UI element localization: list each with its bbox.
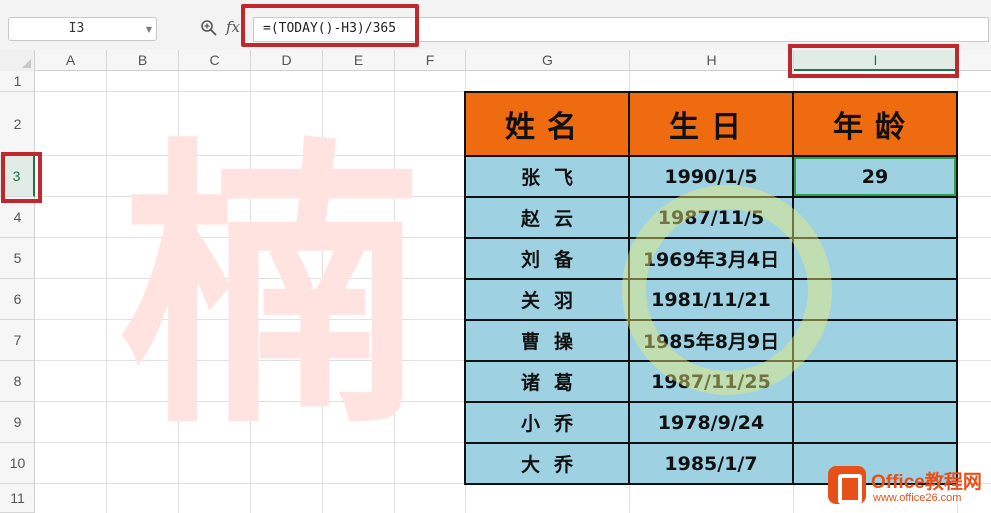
column-i-highlight-box (788, 44, 959, 78)
row-header-11[interactable]: 11 (0, 484, 35, 513)
table-header-row: 姓名 生日 年龄 (464, 91, 958, 157)
cell-name[interactable]: 小乔 (464, 401, 630, 444)
header-age[interactable]: 年龄 (792, 91, 958, 157)
cell-birthday[interactable]: 1985/1/7 (628, 442, 794, 485)
name-box[interactable]: I3 ▼ (8, 17, 157, 41)
header-name[interactable]: 姓名 (464, 91, 630, 157)
watermark-circle (622, 185, 832, 395)
row-header-4[interactable]: 4 (0, 197, 35, 238)
logo-url: www.office26.com (873, 492, 962, 504)
row-header-8[interactable]: 8 (0, 361, 35, 402)
column-header-e[interactable]: E (323, 50, 395, 71)
name-box-value: I3 (68, 21, 85, 36)
cell-name[interactable]: 赵云 (464, 196, 630, 239)
row-header-1[interactable]: 1 (0, 71, 35, 92)
cell-name[interactable]: 诸葛 (464, 360, 630, 403)
watermark: 楠 (120, 111, 420, 464)
zoom-icon[interactable] (200, 19, 218, 37)
cell-name[interactable]: 张飞 (464, 155, 630, 198)
table-row: 小乔 1978/9/24 (464, 401, 958, 444)
cell-name[interactable]: 曹操 (464, 319, 630, 362)
column-header-g[interactable]: G (466, 50, 630, 71)
row-header-10[interactable]: 10 (0, 443, 35, 484)
fx-icon[interactable]: fx (226, 18, 240, 36)
column-header-b[interactable]: B (107, 50, 179, 71)
column-header-f[interactable]: F (395, 50, 466, 71)
row-header-6[interactable]: 6 (0, 279, 35, 320)
cell-name[interactable]: 关羽 (464, 278, 630, 321)
chevron-down-icon[interactable]: ▼ (146, 25, 152, 34)
select-all-corner[interactable] (0, 50, 35, 71)
column-header-a[interactable]: A (35, 50, 107, 71)
cell-age[interactable] (792, 360, 958, 403)
row-3-highlight-box (1, 152, 42, 203)
row-header-7[interactable]: 7 (0, 320, 35, 361)
formula-bar: I3 ▼ fx =(TODAY()-H3)/365 (0, 0, 991, 50)
row-header-9[interactable]: 9 (0, 402, 35, 443)
column-header-h[interactable]: H (630, 50, 794, 71)
cell-age-selected[interactable]: 29 (792, 155, 958, 198)
header-birthday[interactable]: 生日 (628, 91, 794, 157)
cell-birthday[interactable]: 1978/9/24 (628, 401, 794, 444)
row-header-5[interactable]: 5 (0, 238, 35, 279)
cell-name[interactable]: 大乔 (464, 442, 630, 485)
row-header-bar: 1 2 3 4 5 6 7 8 9 10 11 (0, 71, 35, 513)
cell-age[interactable] (792, 196, 958, 239)
row-header-2[interactable]: 2 (0, 92, 35, 156)
cell-age[interactable] (792, 401, 958, 444)
site-logo: Office教程网 www.office26.com (822, 464, 991, 513)
office-logo-icon (828, 466, 866, 504)
column-header-d[interactable]: D (251, 50, 323, 71)
column-header-c[interactable]: C (179, 50, 251, 71)
formula-highlight-box (241, 4, 419, 47)
logo-name: Office教程网 (871, 472, 982, 493)
cell-name[interactable]: 刘备 (464, 237, 630, 280)
